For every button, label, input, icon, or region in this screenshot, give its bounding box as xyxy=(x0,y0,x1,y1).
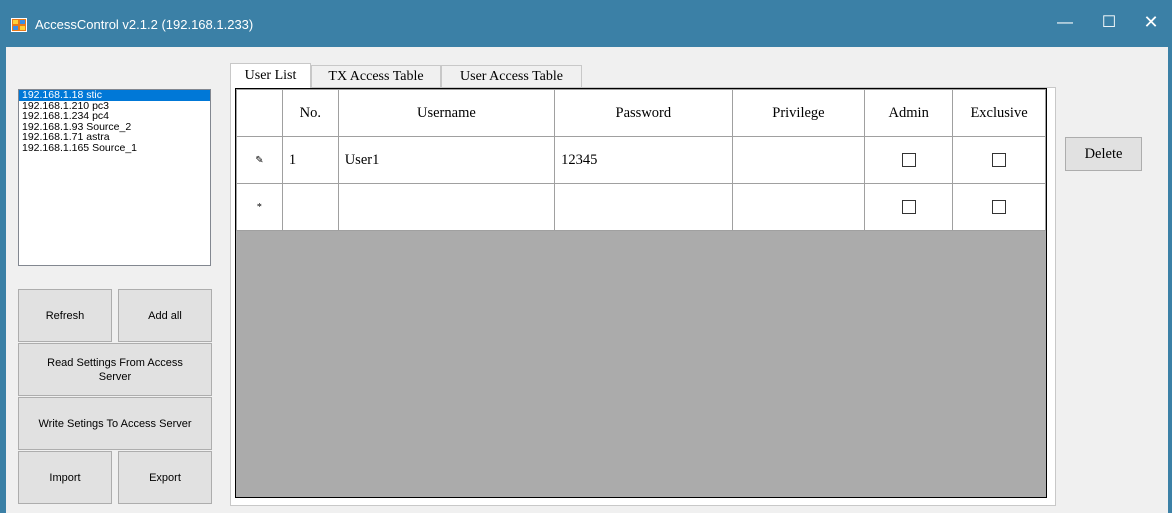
cell-username[interactable] xyxy=(337,183,556,231)
column-header-exclusive[interactable]: Exclusive xyxy=(952,89,1046,137)
cell-exclusive xyxy=(952,183,1046,231)
cell-admin xyxy=(864,183,954,231)
column-header-password[interactable]: Password xyxy=(554,89,733,137)
title-bar[interactable]: AccessControl v2.1.2 (192.168.1.233) — ☐… xyxy=(0,0,1172,47)
host-item[interactable]: 192.168.1.165 Source_1 xyxy=(19,142,210,154)
pencil-icon[interactable]: ✎ xyxy=(236,136,283,184)
row-header-corner xyxy=(236,89,283,137)
host-listbox[interactable]: 192.168.1.18 stic 192.168.1.210 pc3 192.… xyxy=(18,89,211,266)
tab-user-access-table[interactable]: User Access Table xyxy=(441,65,582,87)
column-header-username[interactable]: Username xyxy=(337,89,556,137)
cell-username[interactable]: User1 xyxy=(337,136,556,184)
cell-password[interactable]: 12345 xyxy=(554,136,733,184)
host-item[interactable]: 192.168.1.71 astra xyxy=(19,132,210,143)
exclusive-checkbox[interactable] xyxy=(992,200,1007,215)
delete-button[interactable]: Delete xyxy=(1065,137,1142,171)
add-all-button[interactable]: Add all xyxy=(118,289,212,342)
cell-privilege[interactable] xyxy=(731,136,866,184)
cell-exclusive xyxy=(952,136,1046,184)
export-button[interactable]: Export xyxy=(118,451,212,504)
app-icon xyxy=(11,18,27,32)
write-settings-button[interactable]: Write Setings To Access Server xyxy=(18,397,212,450)
user-table: No. Username Password Privilege Admin Ex… xyxy=(236,89,1046,231)
user-grid[interactable]: No. Username Password Privilege Admin Ex… xyxy=(235,88,1047,498)
table-row-new[interactable]: * xyxy=(236,183,1046,231)
asterisk-icon[interactable]: * xyxy=(236,183,283,231)
admin-checkbox[interactable] xyxy=(901,200,916,215)
window-title: AccessControl v2.1.2 (192.168.1.233) xyxy=(35,17,254,32)
table-row[interactable]: ✎ 1 User1 12345 xyxy=(236,136,1046,184)
cell-no[interactable]: 1 xyxy=(281,136,339,184)
column-header-admin[interactable]: Admin xyxy=(864,89,954,137)
host-item[interactable]: 192.168.1.234 pc4 xyxy=(19,111,210,122)
tab-tx-access-table[interactable]: TX Access Table xyxy=(311,65,441,87)
minimize-button[interactable]: — xyxy=(1040,0,1090,47)
tab-user-list[interactable]: User List xyxy=(230,63,311,88)
column-header-privilege[interactable]: Privilege xyxy=(731,89,866,137)
cell-password[interactable] xyxy=(554,183,733,231)
cell-privilege[interactable] xyxy=(731,183,866,231)
read-settings-button[interactable]: Read Settings From Access Server xyxy=(18,343,212,396)
refresh-button[interactable]: Refresh xyxy=(18,289,112,342)
import-button[interactable]: Import xyxy=(18,451,112,504)
column-header-no[interactable]: No. xyxy=(281,89,339,137)
table-header-row: No. Username Password Privilege Admin Ex… xyxy=(236,89,1046,137)
exclusive-checkbox[interactable] xyxy=(992,153,1007,168)
cell-no[interactable] xyxy=(281,183,339,231)
close-button[interactable]: ✕ xyxy=(1126,0,1172,47)
admin-checkbox[interactable] xyxy=(901,153,916,168)
window-border-right xyxy=(1168,47,1172,513)
host-item[interactable]: 192.168.1.18 stic xyxy=(19,90,210,101)
window-border-left xyxy=(0,47,6,513)
cell-admin xyxy=(864,136,954,184)
